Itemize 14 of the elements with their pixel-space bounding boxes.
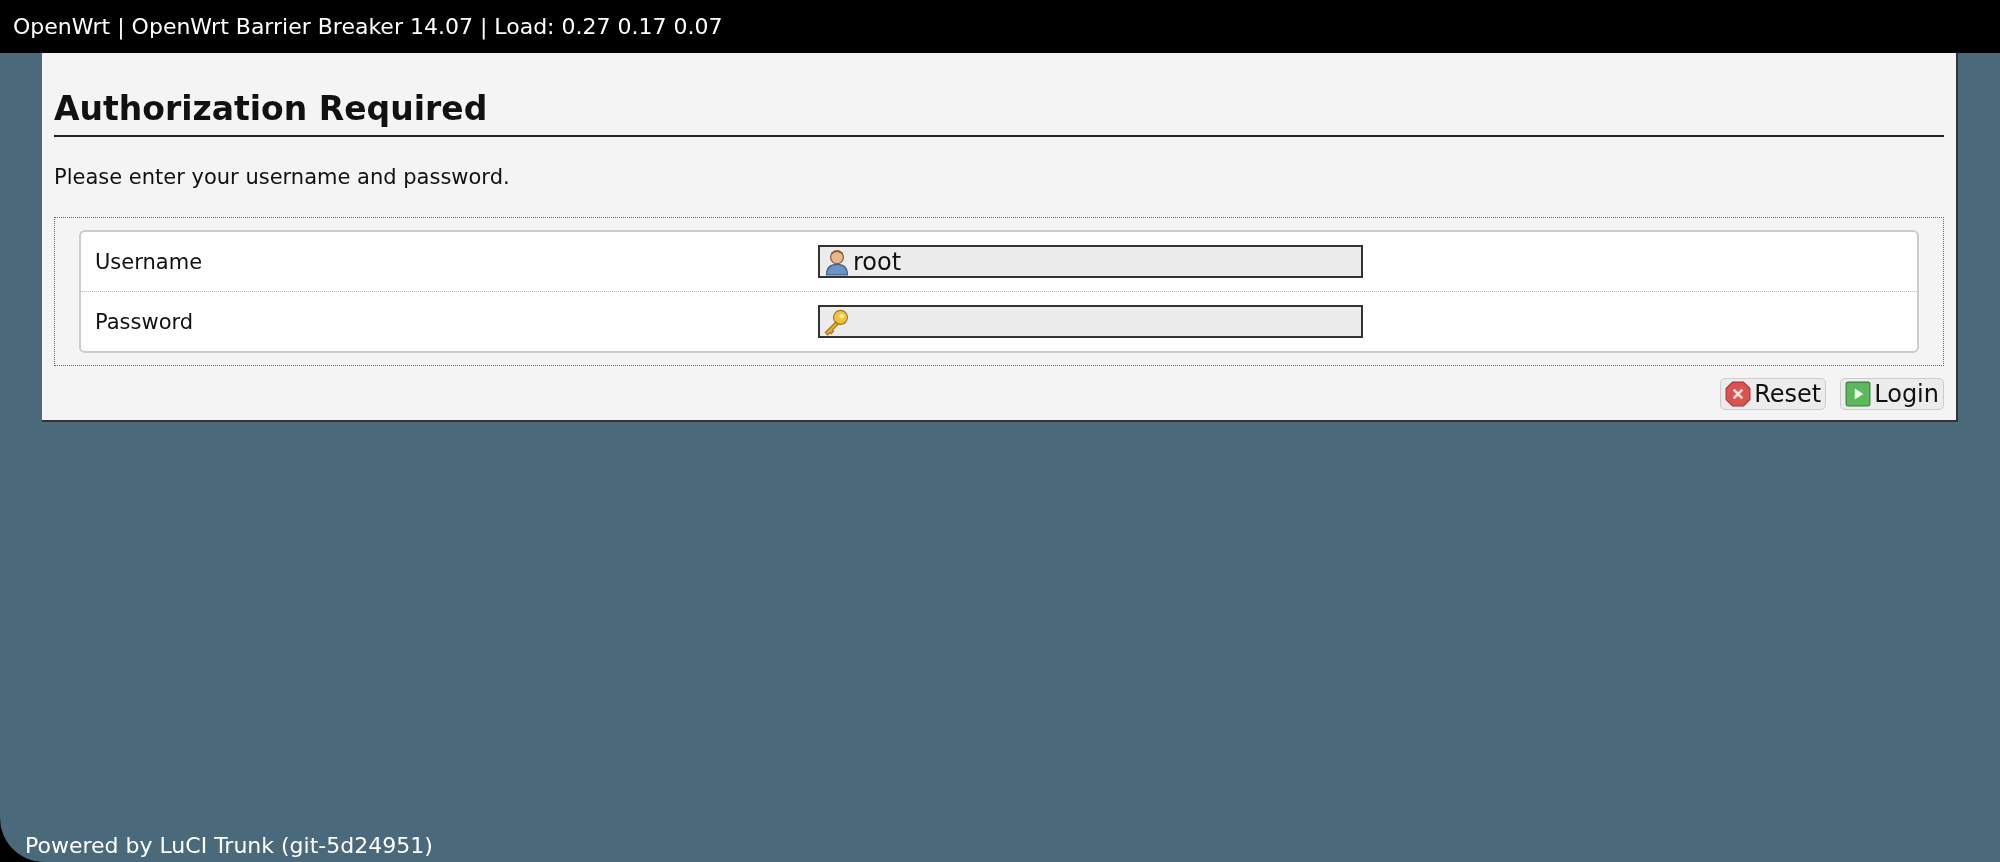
reset-button[interactable]: Reset: [1720, 378, 1827, 410]
user-icon: [823, 247, 851, 276]
field-label: Username: [95, 249, 204, 274]
username-field[interactable]: root: [818, 245, 1363, 278]
play-icon: [1845, 381, 1872, 407]
footer-text: Powered by LuCI Trunk (git-5d24951): [25, 833, 433, 858]
key-icon: [823, 307, 851, 336]
field-label: Password: [95, 309, 195, 334]
close-icon: [1725, 381, 1752, 407]
login-button[interactable]: Login: [1840, 378, 1944, 410]
intro-text: Please enter your username and password.: [54, 165, 511, 189]
header-title: OpenWrt | OpenWrt Barrier Breaker 14.07 | Load: 0.27 0.17 0.07: [13, 14, 723, 39]
password-field[interactable]: [818, 305, 1363, 338]
page-heading: Authorization Required: [54, 88, 489, 128]
